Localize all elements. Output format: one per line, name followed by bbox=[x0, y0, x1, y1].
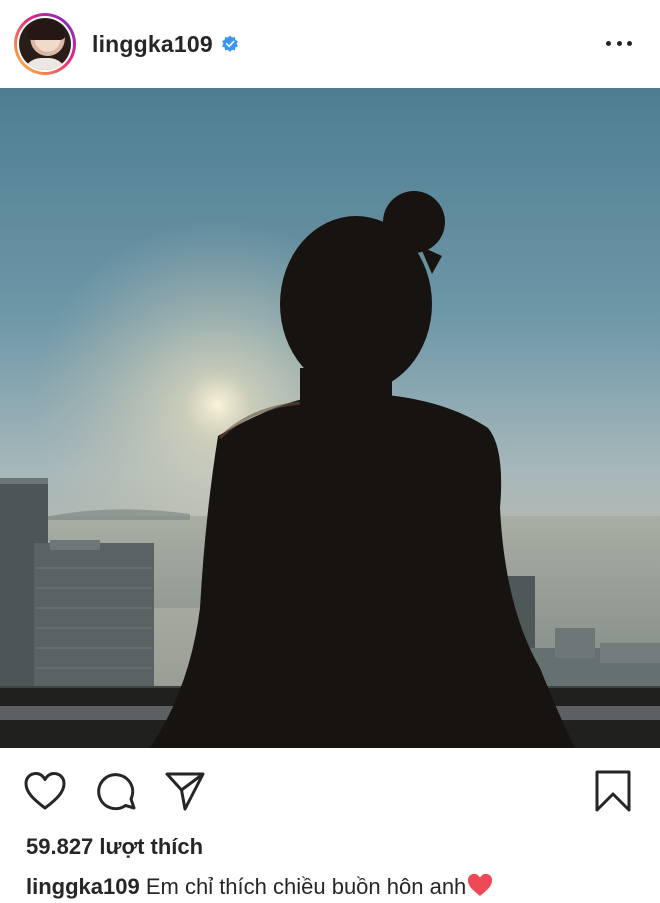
more-options-icon[interactable] bbox=[606, 30, 632, 56]
caption-text: Em chỉ thích chiều buồn hôn anh bbox=[145, 874, 467, 899]
likes-count[interactable]: 59.827 lượt thích bbox=[26, 834, 203, 860]
caption-username[interactable]: linggka109 bbox=[26, 874, 140, 899]
post-actions bbox=[0, 762, 660, 822]
paper-plane-icon[interactable] bbox=[162, 768, 208, 814]
avatar[interactable] bbox=[14, 13, 76, 75]
heart-emoji-icon bbox=[468, 873, 493, 896]
post-header: linggka109 bbox=[0, 0, 660, 88]
heart-icon[interactable] bbox=[22, 768, 68, 814]
avatar-image bbox=[19, 18, 71, 70]
verified-badge-icon bbox=[221, 35, 238, 52]
bookmark-icon[interactable] bbox=[590, 768, 636, 814]
comment-icon[interactable] bbox=[94, 768, 140, 814]
post-caption: linggka109 Em chỉ thích chiều buồn hôn a… bbox=[26, 872, 494, 900]
post-photo[interactable] bbox=[0, 88, 660, 748]
post-username[interactable]: linggka109 bbox=[92, 31, 213, 58]
